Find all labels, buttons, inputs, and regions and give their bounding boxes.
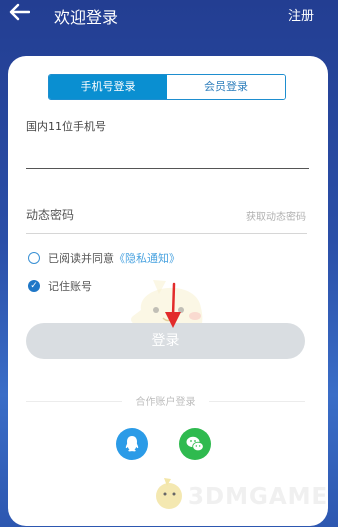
login-tabs: 手机号登录 会员登录 — [48, 74, 286, 100]
get-code-button[interactable]: 获取动态密码 — [246, 208, 306, 223]
wechat-login-button[interactable] — [179, 428, 211, 460]
watermark: 3DMGAME php中文网 — [150, 470, 338, 527]
pointer-arrow — [163, 282, 183, 336]
mascot-logo-icon — [156, 478, 182, 509]
register-link[interactable]: 注册 — [288, 5, 314, 24]
code-underline — [26, 233, 307, 234]
privacy-link[interactable]: 《隐私通知》 — [114, 250, 180, 266]
phone-input[interactable] — [26, 144, 309, 169]
login-card: 手机号登录 会员登录 国内11位手机号 动态密码 获取动态密码 已阅读并同意 《… — [8, 56, 328, 526]
agree-row: 已阅读并同意 《隐私通知》 — [28, 250, 180, 266]
remember-label: 记住账号 — [48, 280, 92, 293]
radio-icon[interactable] — [28, 252, 40, 264]
agree-text: 已阅读并同意 — [48, 252, 114, 265]
tab-phone-login[interactable]: 手机号登录 — [49, 75, 167, 99]
qq-icon — [125, 436, 139, 452]
check-icon[interactable]: ✓ — [28, 280, 40, 292]
qq-login-button[interactable] — [116, 428, 148, 460]
phone-label: 国内11位手机号 — [26, 120, 106, 133]
watermark-site: php中文网 — [258, 510, 317, 524]
partner-login-label: 合作账户登录 — [26, 393, 305, 409]
remember-row: ✓ 记住账号 — [28, 278, 92, 294]
top-bar: 欢迎登录 注册 — [0, 0, 338, 28]
tab-member-login[interactable]: 会员登录 — [167, 75, 285, 99]
wechat-icon — [186, 436, 204, 452]
watermark-brand: 3DMGAME — [188, 484, 329, 510]
code-field[interactable]: 动态密码 — [26, 206, 74, 223]
back-arrow-icon[interactable] — [8, 3, 31, 21]
page-title: 欢迎登录 — [54, 8, 119, 27]
